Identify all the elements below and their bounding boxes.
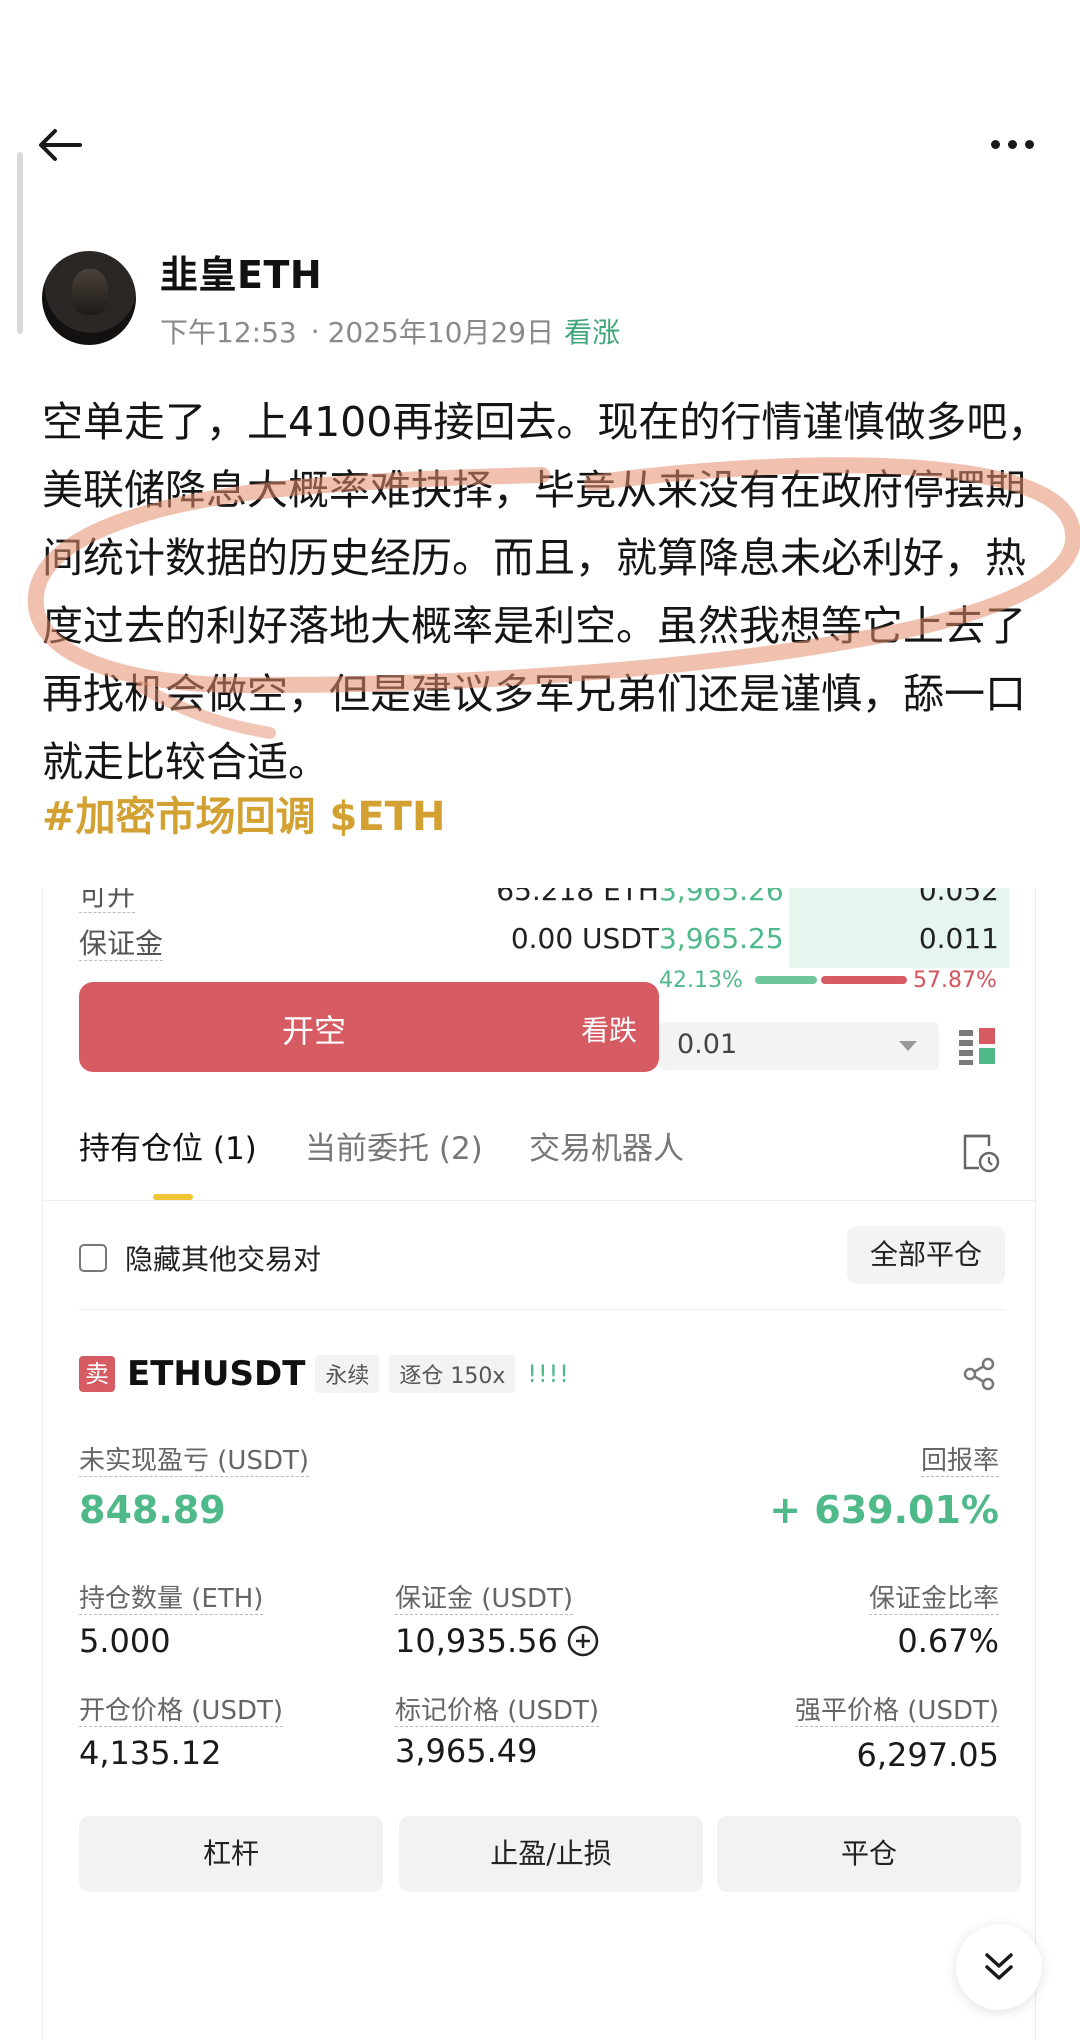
checkbox[interactable] [79,1244,107,1272]
position-margin-group: 10,935.56 [395,1622,600,1660]
tab-trading-bots[interactable]: 交易机器人 [529,1123,684,1168]
more-options-button[interactable] [982,124,1042,164]
add-margin-icon[interactable] [566,1624,600,1658]
buy-ratio-bar [755,976,817,984]
sell-ratio-bar [821,976,907,984]
position-header: 卖 ETHUSDT 永续 逐仓 150x !!!! [79,1354,570,1394]
separator-dot: · [310,314,320,348]
contract-type-tag: 永续 [315,1355,380,1393]
post-body: 空单走了，上4100再接回去。现在的行情谨慎做多吧，美联储降息大概率难抉择，毕竟… [42,398,1049,786]
position-size-value: 5.000 [79,1622,171,1660]
chevron-down-icon [899,1041,917,1051]
leverage-button[interactable]: 杠杆 [79,1816,383,1892]
author-header: 韭皇ETH 下午12:53 · 2025年10月29日 看涨 [42,244,620,351]
tp-sl-button[interactable]: 止盈/止损 [399,1816,703,1892]
tab-open-orders[interactable]: 当前委托 (2) [305,1123,483,1168]
available-label: 可开 [79,888,136,914]
bearish-label: 看跌 [580,1014,637,1047]
price-step-value: 0.01 [677,1029,738,1060]
divider [79,1309,1005,1310]
margin-ratio-label: 保证金比率 [868,1584,999,1615]
position-size-label: 持仓数量 (ETH) [79,1584,264,1615]
orderbook-layout-icon[interactable] [957,1026,997,1066]
position-margin-value: 10,935.56 [395,1622,558,1660]
share-icon[interactable] [961,1356,997,1392]
tab-positions[interactable]: 持有仓位 (1) [79,1123,257,1168]
margin-ratio-value: 0.67% [897,1622,999,1660]
position-margin-label: 保证金 (USDT) [395,1584,573,1615]
mark-price-value: 3,965.49 [395,1732,538,1770]
more-dot-icon [1007,139,1017,149]
mark-price-label: 标记价格 (USDT) [395,1696,599,1727]
history-icon[interactable] [959,1130,1001,1174]
back-button[interactable] [38,120,94,170]
double-chevron-down-icon [985,1953,1013,1980]
liquidation-price-label: 强平价格 (USDT) [795,1696,999,1727]
post-date: 2025年10月29日 [327,316,555,349]
margin-mode-tag[interactable]: 逐仓 150x [389,1355,516,1393]
more-dot-icon [1024,139,1034,149]
entry-price-value: 4,135.12 [79,1734,222,1772]
scroll-down-button[interactable] [956,1924,1042,2010]
hashtags: #加密市场回调 $ETH [42,784,459,842]
position-tabs: 持有仓位 (1) 当前委托 (2) 交易机器人 [43,1123,1035,1193]
more-dot-icon [990,139,1000,149]
entry-price-label: 开仓价格 (USDT) [79,1696,283,1727]
sentiment-tag: 看涨 [564,316,621,349]
buy-ratio: 42.13% [659,968,743,993]
unrealized-pnl-value: 848.89 [79,1488,226,1532]
orderbook-qty: 0.011 [918,922,999,955]
margin-label: 保证金 [79,927,164,961]
top-bar [0,110,1080,180]
author-name[interactable]: 韭皇ETH [160,244,620,299]
unrealized-pnl-label: 未实现盈亏 (USDT) [79,1446,309,1477]
post-meta: 下午12:53 · 2025年10月29日 看涨 [160,311,620,351]
arrow-left-icon [39,129,82,161]
trade-screenshot: 可开 65.218 ETH 3,965.26 0.052 保证金 0.00 US… [42,888,1036,2040]
adl-indicator: !!!! [527,1360,570,1388]
orderbook-qty: 0.052 [918,888,999,907]
roe-label: 回报率 [920,1446,999,1477]
orderbook-price[interactable]: 3,965.25 [659,922,784,955]
close-all-button[interactable]: 全部平仓 [847,1226,1005,1284]
post-time: 下午12:53 [160,316,297,349]
roe-value: + 639.01% [769,1488,999,1532]
avatar[interactable] [42,250,136,345]
liquidation-price-value: 6,297.05 [856,1736,1000,1774]
margin-value: 0.00 USDT [510,922,659,955]
available-value: 65.218 ETH [496,888,659,907]
hide-other-pairs-toggle[interactable]: 隐藏其他交易对 [79,1238,321,1278]
hide-other-pairs-label: 隐藏其他交易对 [125,1243,322,1276]
sell-badge: 卖 [79,1356,115,1392]
close-position-button[interactable]: 平仓 [717,1816,1021,1892]
position-symbol[interactable]: ETHUSDT [127,1354,305,1394]
hashtag-link[interactable]: #加密市场回调 [42,794,316,840]
open-short-label: 开空 [281,1012,346,1050]
sell-ratio: 57.87% [913,968,997,993]
price-step-select[interactable]: 0.01 [659,1022,939,1070]
cashtag-link[interactable]: $ETH [330,794,446,840]
orderbook-price[interactable]: 3,965.26 [659,888,784,907]
divider [43,1200,1035,1201]
open-short-button[interactable]: 开空 看跌 [79,982,659,1072]
